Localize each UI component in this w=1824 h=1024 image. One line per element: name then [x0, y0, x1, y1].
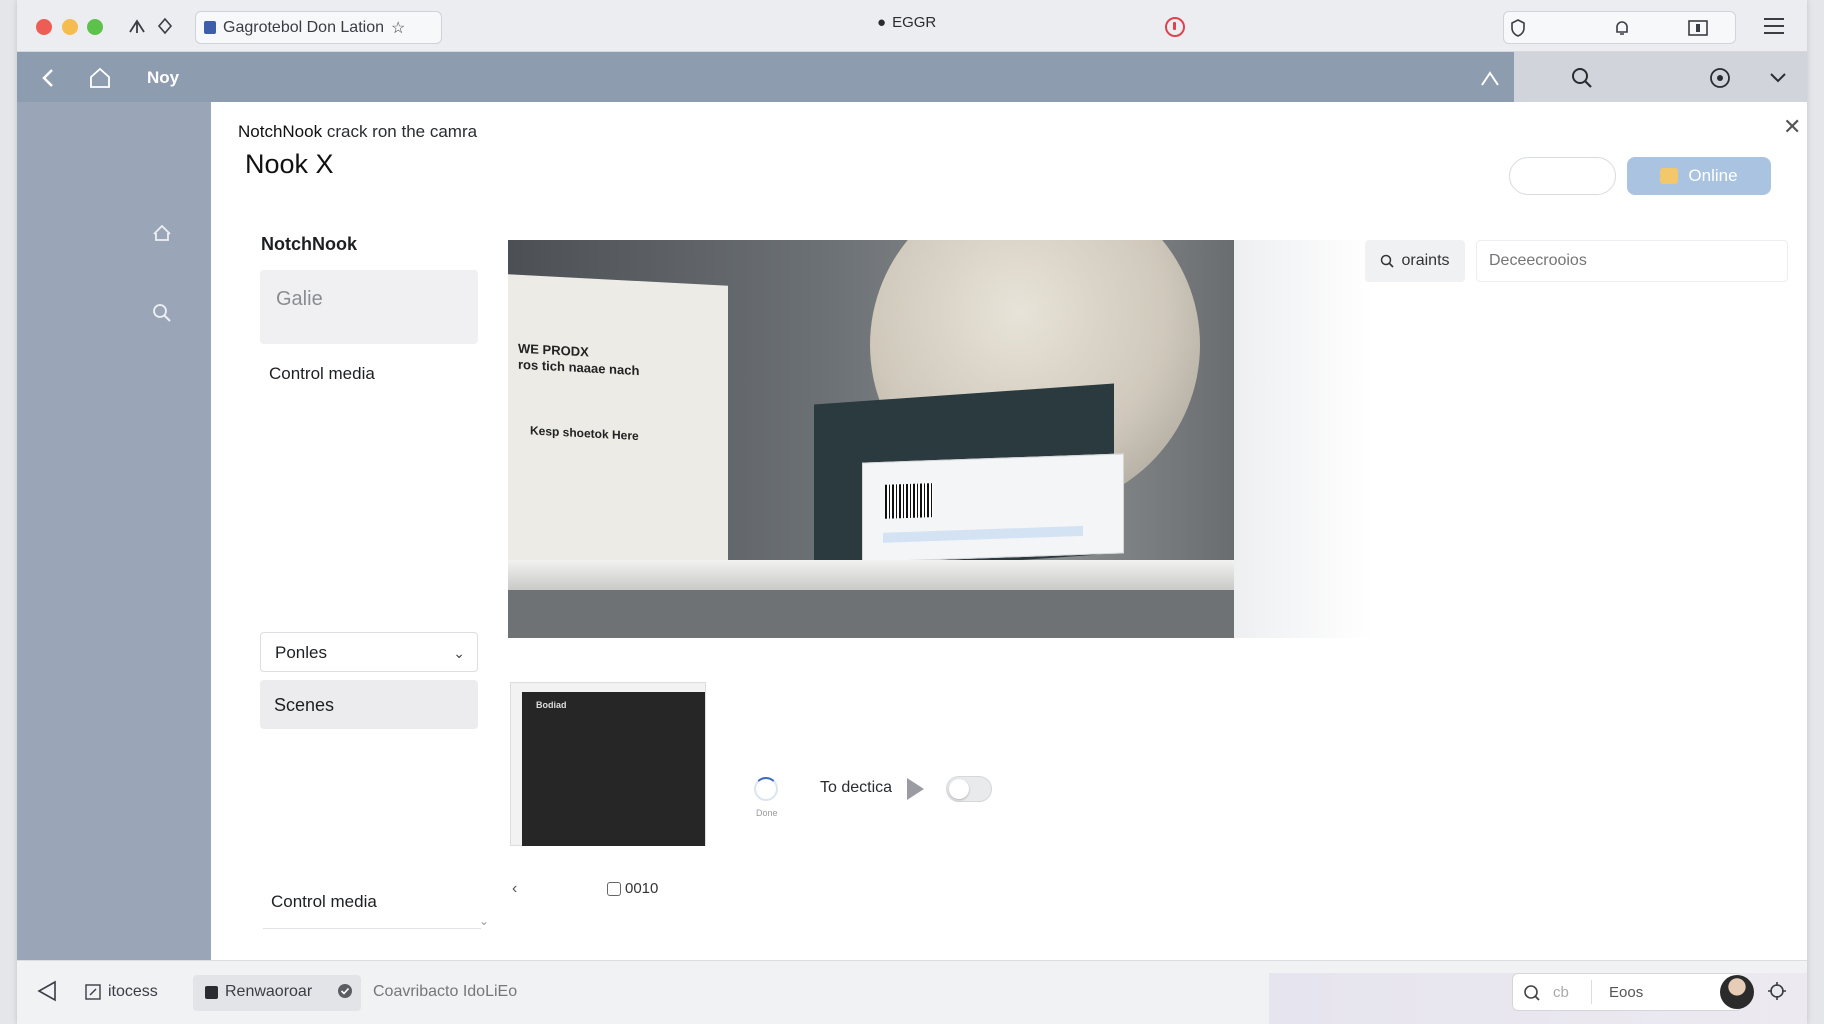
divider — [263, 928, 481, 929]
description-input[interactable] — [1476, 240, 1788, 282]
control-media-link[interactable]: Control media — [269, 364, 375, 384]
back-icon[interactable] — [35, 65, 61, 91]
gallery-card[interactable]: Galie — [260, 270, 478, 344]
search-icon[interactable] — [1569, 65, 1595, 91]
sidebar-toggle-icon[interactable] — [1686, 16, 1710, 40]
search-chip[interactable]: oraints — [1365, 240, 1465, 282]
bottom-search[interactable]: cb Eoos — [1512, 973, 1742, 1011]
detection-label: To dectica — [820, 779, 893, 796]
bottom-item-process[interactable]: itocess — [85, 983, 158, 1001]
url-text: Gagrotebol Don Lation — [223, 18, 384, 36]
page-title: Nook X — [245, 149, 334, 179]
toolbar-group — [1503, 11, 1736, 44]
barcode — [885, 483, 933, 519]
main-panel: NotchNook crack ron the camra Nook X ✕ O… — [211, 102, 1807, 960]
chevron-down-icon[interactable] — [1765, 65, 1791, 91]
settings-icon[interactable] — [1767, 981, 1787, 1001]
right-haze — [1234, 240, 1374, 638]
profiles-dropdown[interactable]: Ponles ⌄ — [260, 632, 478, 672]
breadcrumb-text: crack ron the camra — [326, 122, 478, 141]
sidebar — [17, 102, 211, 960]
star-icon[interactable]: ☆ — [391, 18, 405, 38]
online-button-label: Online — [1688, 166, 1738, 185]
bottom-item-3[interactable]: Coavribacto IdoLiEo — [373, 983, 517, 1001]
gallery-card-label: Galie — [276, 288, 323, 310]
breadcrumb-app[interactable]: NotchNook — [238, 122, 322, 141]
mic-icon: ● — [877, 14, 887, 31]
menu-icon[interactable] — [1762, 14, 1786, 38]
bottom-chip-content[interactable]: Renwaoroar — [205, 983, 312, 1001]
dropdown-value: Ponles — [275, 643, 327, 662]
bottom-search-value: Eoos — [1609, 984, 1644, 1001]
avatar[interactable] — [1720, 975, 1754, 1009]
scenes-label: Scenes — [274, 695, 335, 715]
lock-icon — [204, 21, 216, 34]
thumbnail[interactable]: Bodiad — [510, 682, 706, 846]
bottom-item-process-label: itocess — [108, 983, 158, 1000]
image-icon — [607, 881, 621, 896]
prev-page-icon[interactable]: ‹ — [512, 880, 517, 898]
maximize-window-button[interactable] — [87, 19, 103, 35]
nav-right-area — [1514, 52, 1807, 102]
shield-icon[interactable] — [1506, 16, 1530, 40]
thumbnail-screen: Bodiad — [522, 692, 705, 846]
page-count: 0010 — [607, 880, 658, 897]
scenes-item[interactable]: Scenes — [260, 680, 478, 729]
tab-title-text: EGGR — [892, 14, 937, 31]
browser-window: Gagrotebol Don Lation ☆ ● EGGR Noy Notch… — [17, 0, 1807, 1024]
section-title: NotchNook — [261, 234, 357, 254]
card-search-bar — [883, 525, 1083, 543]
search-icon — [1381, 254, 1395, 268]
search-icon — [1524, 985, 1540, 1001]
play-icon[interactable] — [907, 778, 924, 800]
tab-title: ● EGGR — [877, 14, 936, 31]
lock-icon — [205, 985, 218, 999]
sidebar-search-icon[interactable] — [149, 300, 175, 326]
camera-icon — [1660, 168, 1679, 184]
minimize-window-button[interactable] — [62, 19, 78, 35]
record-icon[interactable] — [1165, 17, 1185, 37]
check-icon[interactable] — [337, 983, 353, 999]
book-left: WE PRODX ros tich naaae nach Kesp shoeto… — [508, 274, 728, 576]
bottom-bar: itocess Renwaoroar Coavribacto IdoLiEo c… — [17, 960, 1807, 1024]
share-icon[interactable] — [125, 14, 149, 38]
chevron-down-icon[interactable]: ⌄ — [479, 914, 489, 928]
home-icon[interactable] — [87, 65, 113, 91]
shelf-shadow — [508, 590, 1234, 638]
page-count-value: 0010 — [625, 880, 659, 897]
bottom-search-hint: cb — [1553, 984, 1569, 1001]
book-text-3: Kesp shoetok Here — [530, 423, 639, 444]
detection-toggle[interactable] — [946, 776, 992, 802]
search-chip-label: oraints — [1401, 252, 1450, 269]
app-nav-bar: Noy — [17, 52, 1807, 102]
secondary-button[interactable] — [1509, 157, 1616, 195]
spinner-label: Done — [756, 808, 778, 818]
shelf — [508, 560, 1234, 590]
online-button[interactable]: Online — [1627, 157, 1771, 195]
close-window-button[interactable] — [36, 19, 52, 35]
close-icon[interactable]: ✕ — [1783, 114, 1801, 140]
bottom-chip-label: Renwaoroar — [225, 983, 313, 1000]
book-text-2: ros tich naaae nach — [518, 356, 640, 379]
title-bar: Gagrotebol Don Lation ☆ ● EGGR — [17, 0, 1807, 52]
collapse-up-icon[interactable] — [1477, 65, 1503, 91]
pin-icon[interactable] — [153, 14, 177, 38]
barcode-card — [862, 453, 1124, 563]
control-media-bottom[interactable]: Control media — [271, 892, 377, 912]
camera-feed[interactable]: WE PRODX ros tich naaae nach Kesp shoeto… — [508, 240, 1234, 638]
nav-title: Noy — [147, 68, 180, 87]
bell-icon[interactable] — [1610, 16, 1634, 40]
loading-spinner-icon — [754, 777, 778, 801]
edit-icon — [85, 984, 101, 1000]
address-bar[interactable]: Gagrotebol Don Lation ☆ — [195, 11, 442, 44]
chevron-down-icon: ⌄ — [453, 645, 465, 661]
breadcrumb: NotchNook crack ron the camra — [238, 122, 477, 142]
divider — [1591, 980, 1592, 1004]
back-triangle-icon[interactable] — [35, 979, 59, 1003]
sidebar-home-icon[interactable] — [149, 220, 175, 246]
thumbnail-label: Bodiad — [536, 700, 567, 710]
account-icon[interactable] — [1707, 65, 1733, 91]
